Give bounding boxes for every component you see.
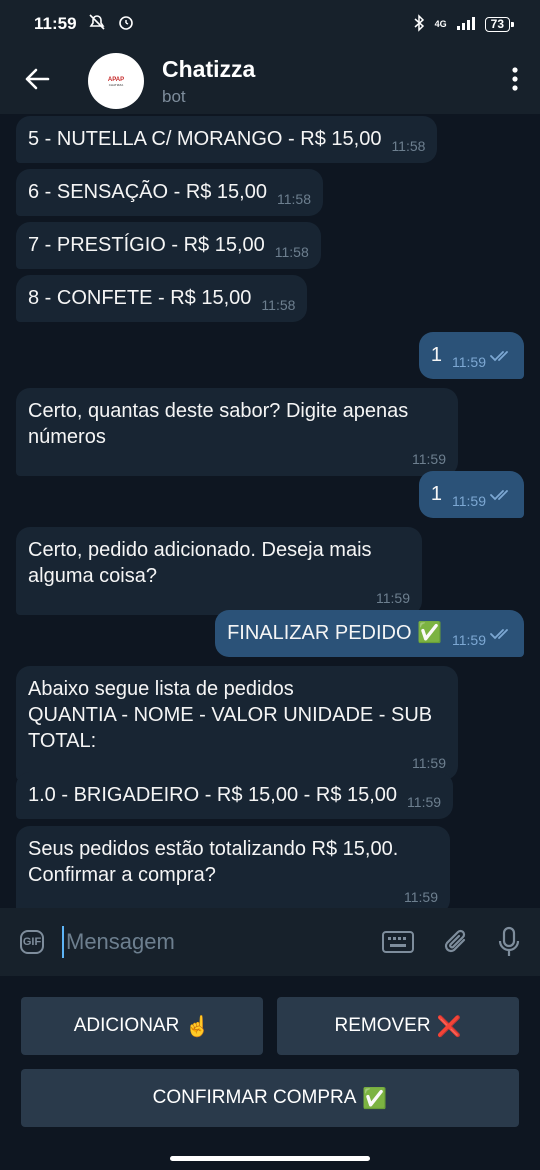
- message-bubble[interactable]: FINALIZAR PEDIDO ✅ 11:59: [215, 610, 524, 657]
- message-text: 7 - PRESTÍGIO - R$ 15,00: [28, 234, 265, 256]
- message-bubble[interactable]: Certo, quantas deste sabor? Digite apena…: [16, 388, 458, 476]
- alarm-icon: [117, 13, 135, 36]
- chat-title-block[interactable]: Chatizza bot: [162, 56, 490, 107]
- double-check-icon: [490, 482, 512, 508]
- message-text: 5 - NUTELLA C/ MORANGO - R$ 15,00: [28, 128, 382, 150]
- message-text: FINALIZAR PEDIDO ✅: [227, 622, 442, 644]
- message-input[interactable]: [62, 926, 354, 958]
- message-bubble[interactable]: 1 11:59: [418, 332, 524, 379]
- message-text: 1.0 - BRIGADEIRO - R$ 15,00 - R$ 15,00: [28, 784, 398, 806]
- message-bubble[interactable]: Seus pedidos estão totalizando R$ 15,00.…: [16, 826, 450, 908]
- message-bubble[interactable]: 1 11:59: [418, 471, 524, 518]
- status-bar: 11:59 4G 73: [0, 0, 540, 48]
- double-check-icon: [490, 621, 512, 647]
- back-button[interactable]: [0, 48, 74, 114]
- message-input-bar: GIF: [0, 908, 540, 976]
- message-bubble[interactable]: 6 - SENSAÇÃO - R$ 15,00 11:58: [16, 169, 323, 216]
- message-text: Seus pedidos estão totalizando R$ 15,00.…: [28, 838, 399, 886]
- avatar-brand: CHATIZZA: [108, 82, 124, 87]
- check-mark-icon: ✅: [362, 1087, 388, 1110]
- status-time: 11:59: [34, 14, 77, 33]
- message-time: 11:58: [261, 297, 296, 313]
- message-time: 11:58: [391, 138, 426, 154]
- back-arrow-icon: [24, 67, 50, 96]
- remove-button[interactable]: REMOVER ❌: [277, 997, 519, 1055]
- message-text: Abaixo segue lista de pedidos QUANTIA - …: [28, 678, 433, 752]
- mute-icon: [87, 13, 107, 36]
- bot-keyboard: ADICIONAR ☝️ REMOVER ❌ CONFIRMAR COMPRA ✅: [0, 976, 540, 1170]
- message-time: 11:59: [452, 354, 486, 370]
- bluetooth-icon: [413, 13, 425, 35]
- network-type: 4G: [434, 19, 447, 29]
- chat-title: Chatizza: [162, 55, 256, 82]
- pointing-up-icon: ☝️: [185, 1015, 211, 1038]
- message-bubble[interactable]: Certo, pedido adicionado. Deseja mais al…: [16, 527, 422, 615]
- remove-button-label: REMOVER: [334, 1015, 431, 1036]
- message-text: 1: [430, 483, 442, 505]
- cross-mark-icon: ❌: [436, 1015, 462, 1038]
- message-time: 11:59: [452, 632, 486, 648]
- paperclip-icon[interactable]: [442, 927, 470, 957]
- keyboard-icon[interactable]: [382, 931, 414, 953]
- more-vertical-icon: [512, 66, 518, 96]
- message-time: 11:58: [276, 191, 311, 207]
- message-bubble[interactable]: 1.0 - BRIGADEIRO - R$ 15,00 - R$ 15,00 11…: [16, 772, 454, 819]
- message-text: 6 - SENSAÇÃO - R$ 15,00: [28, 181, 267, 203]
- message-time: 11:59: [407, 794, 442, 810]
- message-text: 8 - CONFETE - R$ 15,00: [28, 287, 252, 309]
- message-text: 1: [430, 344, 442, 366]
- message-time: 11:58: [274, 244, 309, 260]
- chat-header: APAP CHATIZZA Chatizza bot: [0, 48, 540, 114]
- message-text: Certo, pedido adicionado. Deseja mais al…: [28, 539, 372, 587]
- confirm-purchase-button[interactable]: CONFIRMAR COMPRA ✅: [21, 1069, 519, 1127]
- microphone-icon[interactable]: [498, 926, 520, 958]
- add-button-label: ADICIONAR: [73, 1015, 180, 1036]
- message-bubble[interactable]: 7 - PRESTÍGIO - R$ 15,00 11:58: [16, 222, 321, 269]
- confirm-button-label: CONFIRMAR COMPRA: [152, 1087, 357, 1108]
- message-bubble[interactable]: 8 - CONFETE - R$ 15,00 11:58: [16, 275, 308, 322]
- add-button[interactable]: ADICIONAR ☝️: [21, 997, 263, 1055]
- message-text: Certo, quantas deste sabor? Digite apena…: [28, 400, 409, 448]
- avatar[interactable]: APAP CHATIZZA: [88, 53, 144, 109]
- double-check-icon: [490, 343, 512, 369]
- battery-icon: 73: [484, 16, 515, 32]
- battery-level: 73: [490, 16, 504, 31]
- message-bubble[interactable]: 5 - NUTELLA C/ MORANGO - R$ 15,00 11:58: [16, 116, 438, 163]
- message-list[interactable]: 5 - NUTELLA C/ MORANGO - R$ 15,00 11:58 6…: [0, 114, 540, 908]
- message-time: 11:59: [452, 493, 486, 509]
- home-indicator[interactable]: [170, 1156, 370, 1161]
- signal-icon: [456, 16, 475, 33]
- more-options-button[interactable]: [490, 48, 540, 114]
- message-bubble[interactable]: Abaixo segue lista de pedidos QUANTIA - …: [16, 666, 458, 780]
- gif-icon[interactable]: GIF: [20, 930, 44, 954]
- chat-subtitle: bot: [162, 86, 186, 106]
